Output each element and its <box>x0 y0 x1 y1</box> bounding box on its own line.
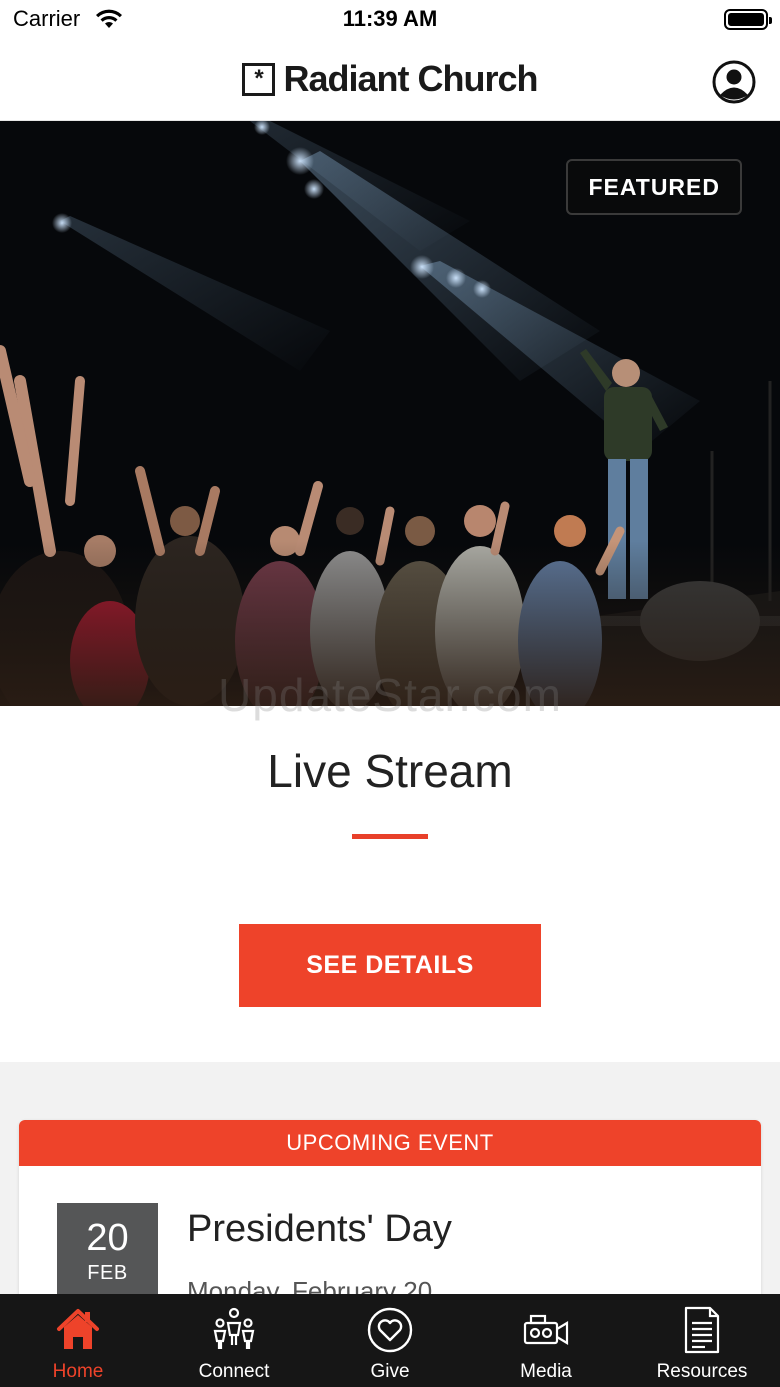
battery-icon <box>724 9 772 30</box>
event-title: Presidents' Day <box>187 1208 452 1250</box>
featured-hero[interactable]: FEATURED <box>0 121 780 706</box>
video-camera-icon <box>523 1314 569 1345</box>
tab-home[interactable]: Home <box>0 1294 156 1387</box>
tab-label: Home <box>52 1361 104 1382</box>
home-icon <box>57 1309 99 1349</box>
featured-badge: FEATURED <box>566 159 742 215</box>
event-date-badge: 20 FEB <box>57 1203 158 1308</box>
heart-circle-icon <box>367 1307 413 1353</box>
events-section: UPCOMING EVENT 20 FEB Presidents' Day Mo… <box>0 1062 780 1320</box>
event-header: UPCOMING EVENT <box>19 1120 761 1166</box>
tab-label: Resources <box>656 1361 748 1382</box>
event-card[interactable]: UPCOMING EVENT 20 FEB Presidents' Day Mo… <box>19 1120 761 1320</box>
event-day: 20 <box>86 1217 129 1259</box>
tab-label: Connect <box>198 1361 270 1382</box>
profile-icon[interactable] <box>712 60 756 104</box>
tab-bar: Home Connect Give Media Resources <box>0 1294 780 1387</box>
feature-title: Live Stream <box>267 745 513 797</box>
status-bar: Carrier 11:39 AM <box>0 0 780 40</box>
brand: * Radiant Church <box>0 58 780 100</box>
tab-give[interactable]: Give <box>312 1294 468 1387</box>
document-icon <box>684 1306 720 1354</box>
see-details-button[interactable]: SEE DETAILS <box>239 924 541 1007</box>
people-icon <box>213 1307 255 1349</box>
title-divider <box>352 834 428 839</box>
tab-connect[interactable]: Connect <box>156 1294 312 1387</box>
event-month: FEB <box>87 1262 128 1284</box>
watermark: UpdateStar.com <box>218 669 562 721</box>
tab-media[interactable]: Media <box>468 1294 624 1387</box>
brand-logo-icon: * <box>242 62 276 96</box>
status-time: 11:39 AM <box>342 6 438 31</box>
featured-card: Live Stream SEE DETAILS <box>0 706 780 1062</box>
app-header: * Radiant Church <box>0 40 780 121</box>
tab-label: Give <box>370 1361 410 1382</box>
app-title: Radiant Church <box>283 58 538 99</box>
tab-label: Media <box>520 1361 572 1382</box>
tab-resources[interactable]: Resources <box>624 1294 780 1387</box>
